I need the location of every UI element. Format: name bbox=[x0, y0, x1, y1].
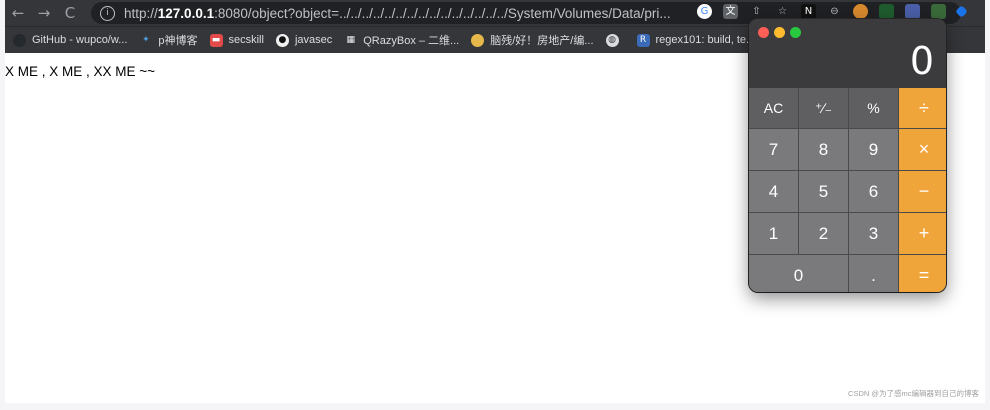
url-path: :8080/object?object=../../../../../../..… bbox=[214, 5, 671, 21]
back-button[interactable]: ← bbox=[5, 0, 31, 26]
add-button[interactable]: + bbox=[899, 213, 946, 254]
calculator-readout: 0 bbox=[909, 39, 934, 83]
extension-green-icon[interactable] bbox=[879, 4, 894, 19]
digit-5-button[interactable]: 5 bbox=[799, 171, 848, 212]
bookmark-javasec[interactable]: ● javasec bbox=[275, 33, 333, 47]
bookmark-secskill[interactable]: ▬ secskill bbox=[209, 33, 264, 47]
bookmark-star-icon[interactable]: ☆ bbox=[775, 4, 790, 19]
bookmark-label: GitHub - wupco/w... bbox=[32, 34, 128, 46]
digit-7-button[interactable]: 7 bbox=[749, 129, 798, 170]
brain-icon bbox=[471, 33, 485, 47]
close-icon[interactable] bbox=[758, 27, 769, 38]
minimize-icon[interactable] bbox=[774, 27, 785, 38]
digit-0-button[interactable]: 0 bbox=[749, 255, 848, 292]
bookmark-qrazybox[interactable]: ▦ QRazyBox – 二维... bbox=[344, 32, 459, 48]
bookmark-label: 脑残/好！房地产/编... bbox=[490, 35, 594, 47]
zoom-icon[interactable] bbox=[790, 27, 801, 38]
digit-2-button[interactable]: 2 bbox=[799, 213, 848, 254]
extension-n-icon[interactable]: N bbox=[801, 4, 816, 19]
bookmark-label: QRazyBox – 二维... bbox=[363, 35, 460, 47]
digit-1-button[interactable]: 1 bbox=[749, 213, 798, 254]
info-icon[interactable]: i bbox=[100, 5, 115, 21]
divide-button[interactable]: ÷ bbox=[899, 88, 946, 128]
qr-icon: ▦ bbox=[346, 34, 355, 45]
forward-button[interactable]: → bbox=[31, 0, 57, 26]
watermark: CSDN @为了感mc编辑器到自己的博客 bbox=[848, 389, 979, 398]
page-body-text: X ME , X ME , XX ME ~~ bbox=[5, 64, 156, 79]
clear-button[interactable]: AC bbox=[749, 88, 798, 128]
github-icon bbox=[13, 33, 26, 47]
subtract-button[interactable]: − bbox=[899, 171, 946, 212]
globe-icon: ◍ bbox=[605, 33, 619, 47]
bookmark-brain[interactable]: 脑残/好！房地产/编... bbox=[471, 32, 594, 48]
multiply-button[interactable]: × bbox=[899, 129, 946, 170]
digit-6-button[interactable]: 6 bbox=[849, 171, 898, 212]
sign-toggle-button[interactable]: ⁺∕₋ bbox=[799, 88, 848, 128]
calculator-window: 0 AC ⁺∕₋% ÷ 7 8 9 × 4 5 6− 1 2 3 +0. = bbox=[749, 19, 946, 292]
bookmark-label: regex101: build, te... bbox=[655, 34, 756, 46]
url-host: 127.0.0.1 bbox=[157, 5, 215, 21]
bookmark-p-blog[interactable]: ✦ p神博客 bbox=[139, 32, 197, 48]
bookmark-label: p神博客 bbox=[158, 35, 198, 47]
digit-8-button[interactable]: 8 bbox=[799, 129, 848, 170]
extension-diamond-icon[interactable] bbox=[955, 5, 968, 18]
extension-js-icon[interactable] bbox=[931, 4, 946, 19]
extension-area: G 文 ⇧ ☆ N ⊖ bbox=[697, 4, 977, 19]
blog-icon: ✦ bbox=[142, 34, 150, 45]
bookmark-globe[interactable]: ◍ bbox=[605, 33, 625, 47]
percent-button[interactable]: % bbox=[849, 88, 898, 128]
bookmark-label: javasec bbox=[294, 34, 333, 46]
calculator-display: 0 bbox=[749, 19, 946, 88]
url-scheme: http:// bbox=[124, 5, 158, 21]
cookie-icon[interactable] bbox=[853, 4, 868, 19]
secskill-icon: ▬ bbox=[209, 33, 223, 47]
decimal-button[interactable]: . bbox=[849, 255, 898, 292]
reload-button[interactable]: C bbox=[57, 0, 83, 26]
github-icon: ● bbox=[275, 33, 289, 47]
google-icon[interactable]: G bbox=[697, 4, 712, 19]
bookmark-github[interactable]: GitHub - wupco/w... bbox=[13, 33, 128, 47]
regex-icon: R bbox=[636, 33, 650, 47]
bookmark-label: secskill bbox=[228, 34, 264, 46]
digit-4-button[interactable]: 4 bbox=[749, 171, 798, 212]
extension-blue-icon[interactable] bbox=[905, 4, 920, 19]
translate-icon[interactable]: 文 bbox=[723, 4, 738, 19]
calculator-keypad: AC ⁺∕₋% ÷ 7 8 9 × 4 5 6− 1 2 3 +0. = bbox=[749, 88, 946, 292]
bookmark-regex101[interactable]: R regex101: build, te... bbox=[636, 33, 756, 47]
digit-3-button[interactable]: 3 bbox=[849, 213, 898, 254]
share-icon[interactable]: ⇧ bbox=[749, 4, 764, 19]
equals-button[interactable]: = bbox=[899, 255, 946, 292]
url-text[interactable]: http://127.0.0.1:8080/object?object=../.… bbox=[124, 6, 671, 21]
extension-circle-icon[interactable]: ⊖ bbox=[827, 4, 842, 19]
digit-9-button[interactable]: 9 bbox=[849, 129, 898, 170]
